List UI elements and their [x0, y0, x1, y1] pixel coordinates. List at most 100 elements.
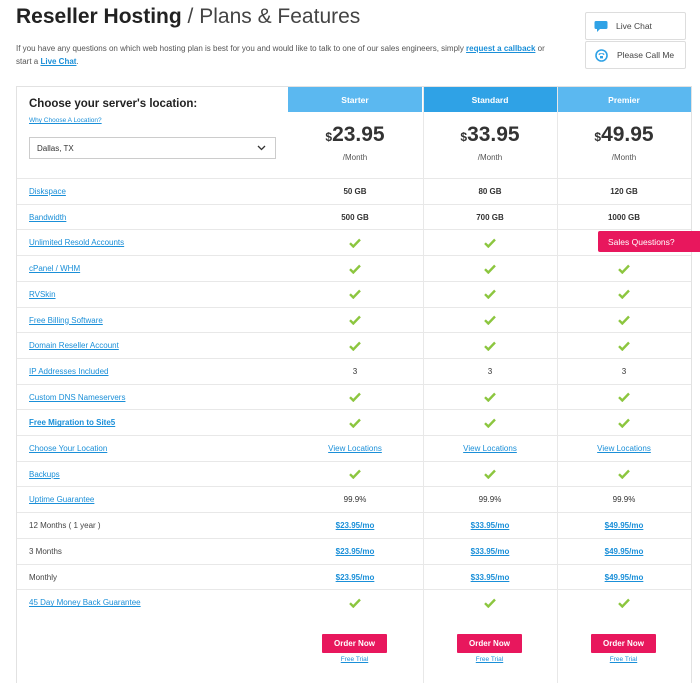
checkmark-icon: [288, 282, 422, 307]
checkmark-icon: [288, 385, 422, 410]
feature-value: 50 GB: [343, 187, 367, 196]
chat-bubble-icon: [594, 20, 608, 32]
checkmark-icon: [423, 410, 557, 435]
plan-price-standard: $33.95/Month: [423, 123, 557, 162]
feature-label[interactable]: 45 Day Money Back Guarantee: [29, 590, 141, 615]
feature-label[interactable]: Choose Your Location: [29, 436, 107, 461]
price-amount: 49.95: [601, 123, 654, 146]
checkmark-icon: [557, 282, 691, 307]
currency-symbol: $: [594, 130, 602, 144]
why-location-link[interactable]: Why Choose A Location?: [29, 117, 102, 124]
location-select[interactable]: Dallas, TX: [29, 137, 276, 159]
term-price-link[interactable]: $23.95/mo: [288, 513, 422, 538]
feature-value: 3: [621, 366, 627, 376]
checkmark-icon: [288, 590, 422, 615]
feature-row: IP Addresses Included 3 3 3: [17, 357, 691, 384]
feature-row: Choose Your Location View Locations View L…: [17, 435, 691, 461]
checkmark-icon: [557, 590, 691, 615]
feature-row: cPanel / WHM: [17, 255, 691, 281]
checkmark-icon: [288, 256, 422, 281]
checkmark-icon: [423, 282, 557, 307]
term-price-link[interactable]: $33.95/mo: [423, 513, 557, 538]
feature-label[interactable]: Custom DNS Nameservers: [29, 385, 125, 410]
free-trial-link[interactable]: Free Trial: [591, 656, 656, 663]
feature-label[interactable]: Unlimited Resold Accounts: [29, 230, 124, 255]
order-now-button[interactable]: Order Now: [322, 634, 387, 653]
feature-value: 99.9%: [612, 495, 636, 505]
free-trial-link[interactable]: Free Trial: [457, 656, 522, 663]
feature-label[interactable]: Backups: [29, 462, 60, 487]
feature-label[interactable]: RVSkin: [29, 282, 56, 307]
feature-value: 500 GB: [341, 212, 369, 222]
live-chat-link[interactable]: Live Chat: [40, 57, 76, 66]
checkmark-icon: [557, 385, 691, 410]
view-locations-link[interactable]: View Locations: [423, 436, 557, 461]
order-now-button[interactable]: Order Now: [591, 634, 656, 653]
checkmark-icon: [423, 333, 557, 358]
feature-row: 12 Months ( 1 year ) $23.95/mo $33.95/mo $4…: [17, 512, 691, 538]
feature-label[interactable]: Uptime Guarantee: [29, 487, 94, 512]
feature-label[interactable]: Free Migration to Site5: [29, 410, 115, 435]
feature-row: Uptime Guarantee 99.9% 99.9% 99.9%: [17, 486, 691, 512]
checkmark-icon: [557, 462, 691, 487]
term-price-link[interactable]: $23.95/mo: [288, 565, 422, 590]
request-callback-link[interactable]: request a callback: [466, 44, 535, 53]
sales-questions-tab[interactable]: Sales Questions?: [598, 231, 700, 252]
term-price-link[interactable]: $49.95/mo: [557, 513, 691, 538]
plan-header-premier: Premier: [557, 87, 691, 112]
feature-label: 3 Months: [29, 546, 62, 556]
checkmark-icon: [557, 333, 691, 358]
feature-label[interactable]: IP Addresses Included: [29, 359, 108, 384]
feature-label: 12 Months ( 1 year ): [29, 521, 101, 531]
feature-value: 99.9%: [343, 495, 367, 505]
term-price-link[interactable]: $23.95/mo: [288, 539, 422, 564]
plan-price-premier: $49.95/Month: [557, 123, 691, 162]
plans-table: Choose your server's location: Why Choos…: [16, 86, 692, 683]
feature-row: Unlimited Resold Accounts: [17, 229, 691, 255]
page: Reseller Hosting / Plans & Features If y…: [0, 0, 700, 683]
checkmark-icon: [288, 230, 422, 255]
term-price-link[interactable]: $49.95/mo: [557, 539, 691, 564]
free-trial-link[interactable]: Free Trial: [322, 656, 387, 663]
view-locations-link[interactable]: View Locations: [288, 436, 422, 461]
checkmark-icon: [423, 308, 557, 333]
feature-row: RVSkin: [17, 280, 691, 307]
checkmark-icon: [288, 308, 422, 333]
feature-label[interactable]: Free Billing Software: [29, 308, 103, 333]
term-price-link[interactable]: $33.95/mo: [423, 539, 557, 564]
please-call-me-button[interactable]: Please Call Me: [585, 41, 686, 69]
term-price-link[interactable]: $33.95/mo: [423, 565, 557, 590]
checkmark-icon: [557, 256, 691, 281]
feature-row: Monthly $23.95/mo $33.95/mo $49.95/mo: [17, 563, 691, 590]
price-amount: 23.95: [332, 123, 385, 146]
view-locations-link[interactable]: View Locations: [557, 436, 691, 461]
feature-label[interactable]: Domain Reseller Account: [29, 333, 119, 358]
feature-value: 3: [352, 366, 358, 376]
live-chat-button[interactable]: Live Chat: [585, 12, 686, 40]
feature-label[interactable]: Bandwidth: [29, 205, 66, 230]
checkmark-icon: [288, 462, 422, 487]
currency-symbol: $: [325, 130, 333, 144]
checkmark-icon: [423, 230, 557, 255]
plan-header-standard: Standard: [423, 87, 557, 112]
checkmark-icon: [288, 410, 422, 435]
term-price-link[interactable]: $49.95/mo: [557, 565, 691, 590]
checkmark-icon: [557, 308, 691, 333]
location-title: Choose your server's location:: [29, 98, 198, 110]
currency-symbol: $: [460, 130, 468, 144]
page-title: Reseller Hosting / Plans & Features: [16, 5, 361, 28]
checkmark-icon: [423, 590, 557, 615]
feature-row: Backups: [17, 460, 691, 487]
intro-text: If you have any questions on which web h…: [16, 44, 545, 66]
checkmark-icon: [288, 333, 422, 358]
feature-row: 3 Months $23.95/mo $33.95/mo $49.95/mo: [17, 537, 691, 564]
feature-row: 45 Day Money Back Guarantee: [17, 589, 691, 615]
feature-label: Monthly: [29, 572, 58, 582]
feature-value: 3: [487, 366, 493, 376]
feature-label[interactable]: cPanel / WHM: [29, 256, 80, 281]
feature-row: Bandwidth 500 GB 700 GB 1000 GB: [17, 203, 691, 230]
feature-row: Domain Reseller Account: [17, 332, 691, 358]
feature-label[interactable]: Diskspace: [29, 179, 66, 204]
price-period: /Month: [342, 153, 368, 162]
order-now-button[interactable]: Order Now: [457, 634, 522, 653]
